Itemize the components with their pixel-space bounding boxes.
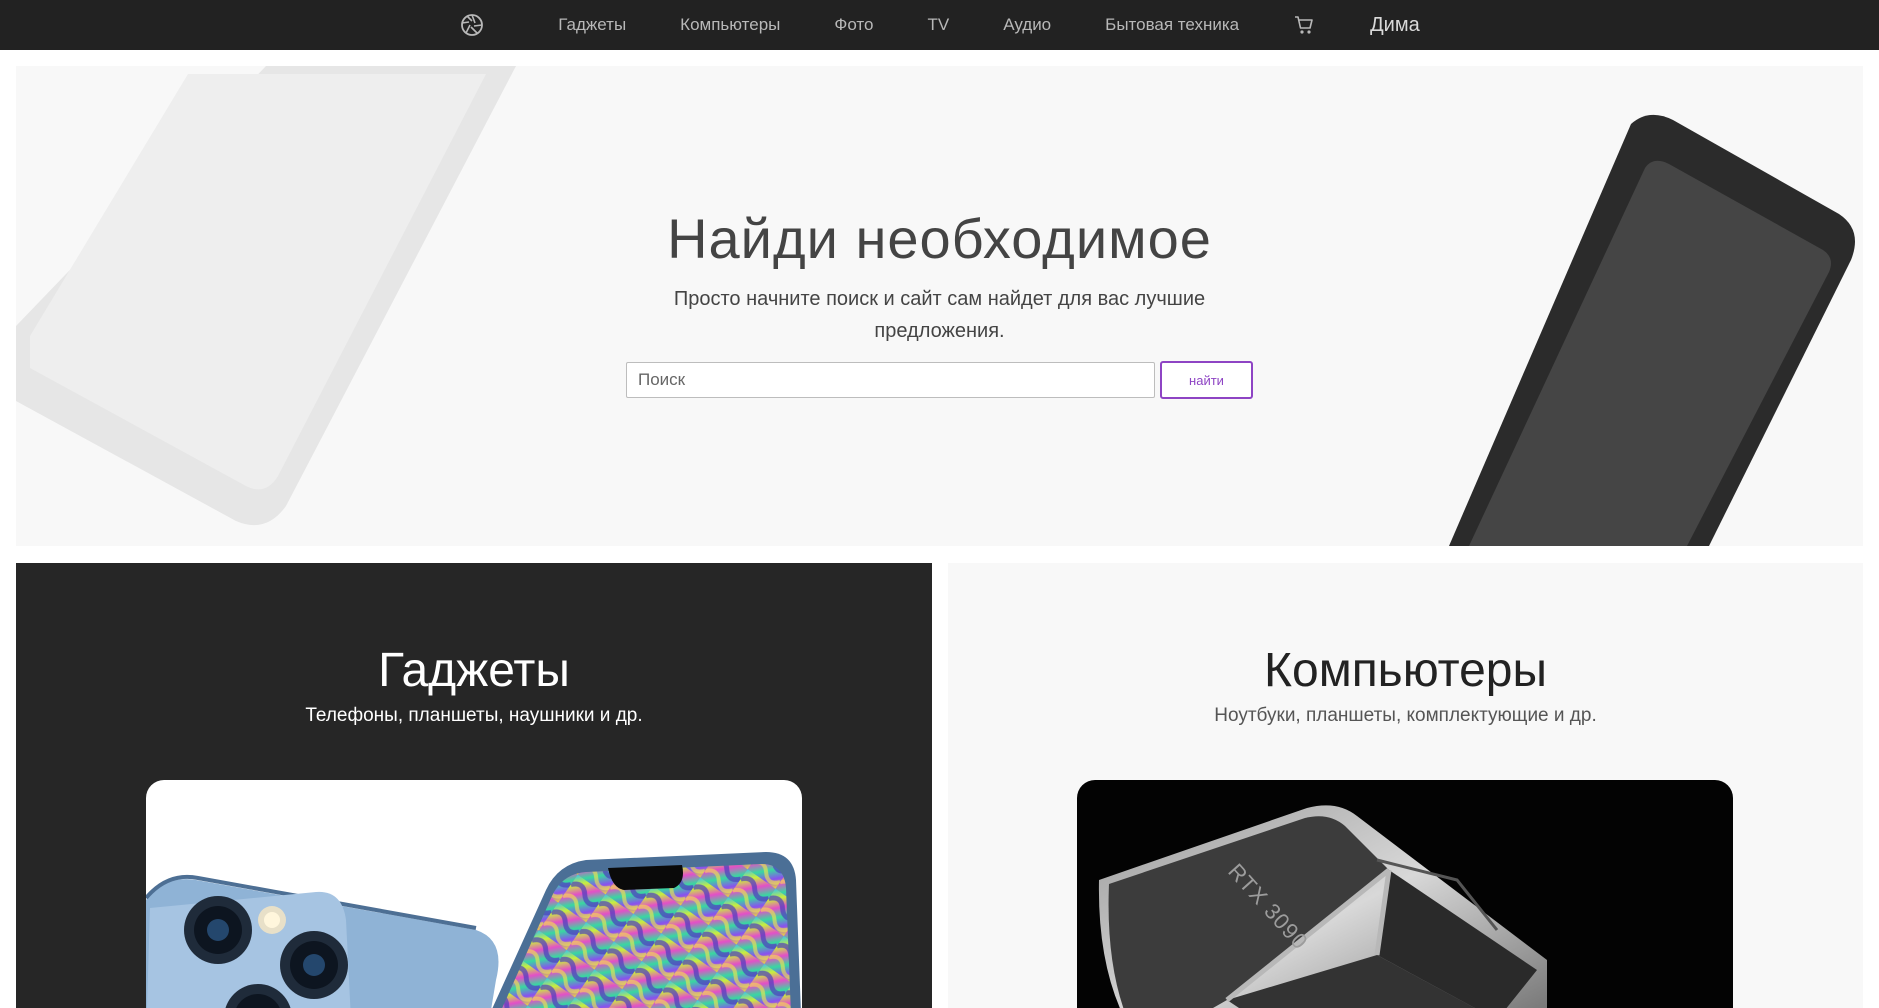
user-menu[interactable]: Дима	[1370, 14, 1420, 37]
nav-link-appliances[interactable]: Бытовая техника	[1105, 15, 1239, 35]
nav-link-photo[interactable]: Фото	[834, 15, 873, 35]
category-subtitle: Ноутбуки, планшеты, комплектующие и др.	[1214, 705, 1597, 726]
hero-content: Найди необходимое Просто начните поиск и…	[16, 206, 1863, 399]
search-button[interactable]: найти	[1160, 361, 1253, 399]
category-gadgets[interactable]: Гаджеты Телефоны, планшеты, наушники и д…	[16, 563, 932, 1008]
nav-link-computers[interactable]: Компьютеры	[680, 15, 780, 35]
cart-icon[interactable]	[1292, 13, 1316, 37]
category-title: Гаджеты	[378, 644, 570, 697]
search-input[interactable]	[626, 362, 1155, 398]
aperture-icon[interactable]	[459, 12, 485, 38]
top-navbar: Гаджеты Компьютеры Фото TV Аудио Бытовая…	[0, 0, 1879, 50]
search-bar: найти	[16, 361, 1863, 399]
graphics-card-image[interactable]: RTX 3090	[1077, 780, 1733, 1008]
nav-link-gadgets[interactable]: Гаджеты	[558, 15, 626, 35]
hero-subtitle: Просто начните поиск и сайт сам найдет д…	[673, 288, 1206, 342]
hero-title: Найди необходимое	[667, 207, 1212, 270]
nav-link-tv[interactable]: TV	[927, 15, 949, 35]
smartphones-image[interactable]	[146, 780, 802, 1008]
hero-banner: Найди необходимое Просто начните поиск и…	[16, 66, 1863, 546]
nav-menu: Гаджеты Компьютеры Фото TV Аудио Бытовая…	[459, 12, 1420, 38]
category-subtitle: Телефоны, планшеты, наушники и др.	[305, 705, 643, 726]
category-computers[interactable]: Компьютеры Ноутбуки, планшеты, комплекту…	[948, 563, 1863, 1008]
category-title: Компьютеры	[1264, 644, 1547, 697]
nav-link-audio[interactable]: Аудио	[1003, 15, 1051, 35]
